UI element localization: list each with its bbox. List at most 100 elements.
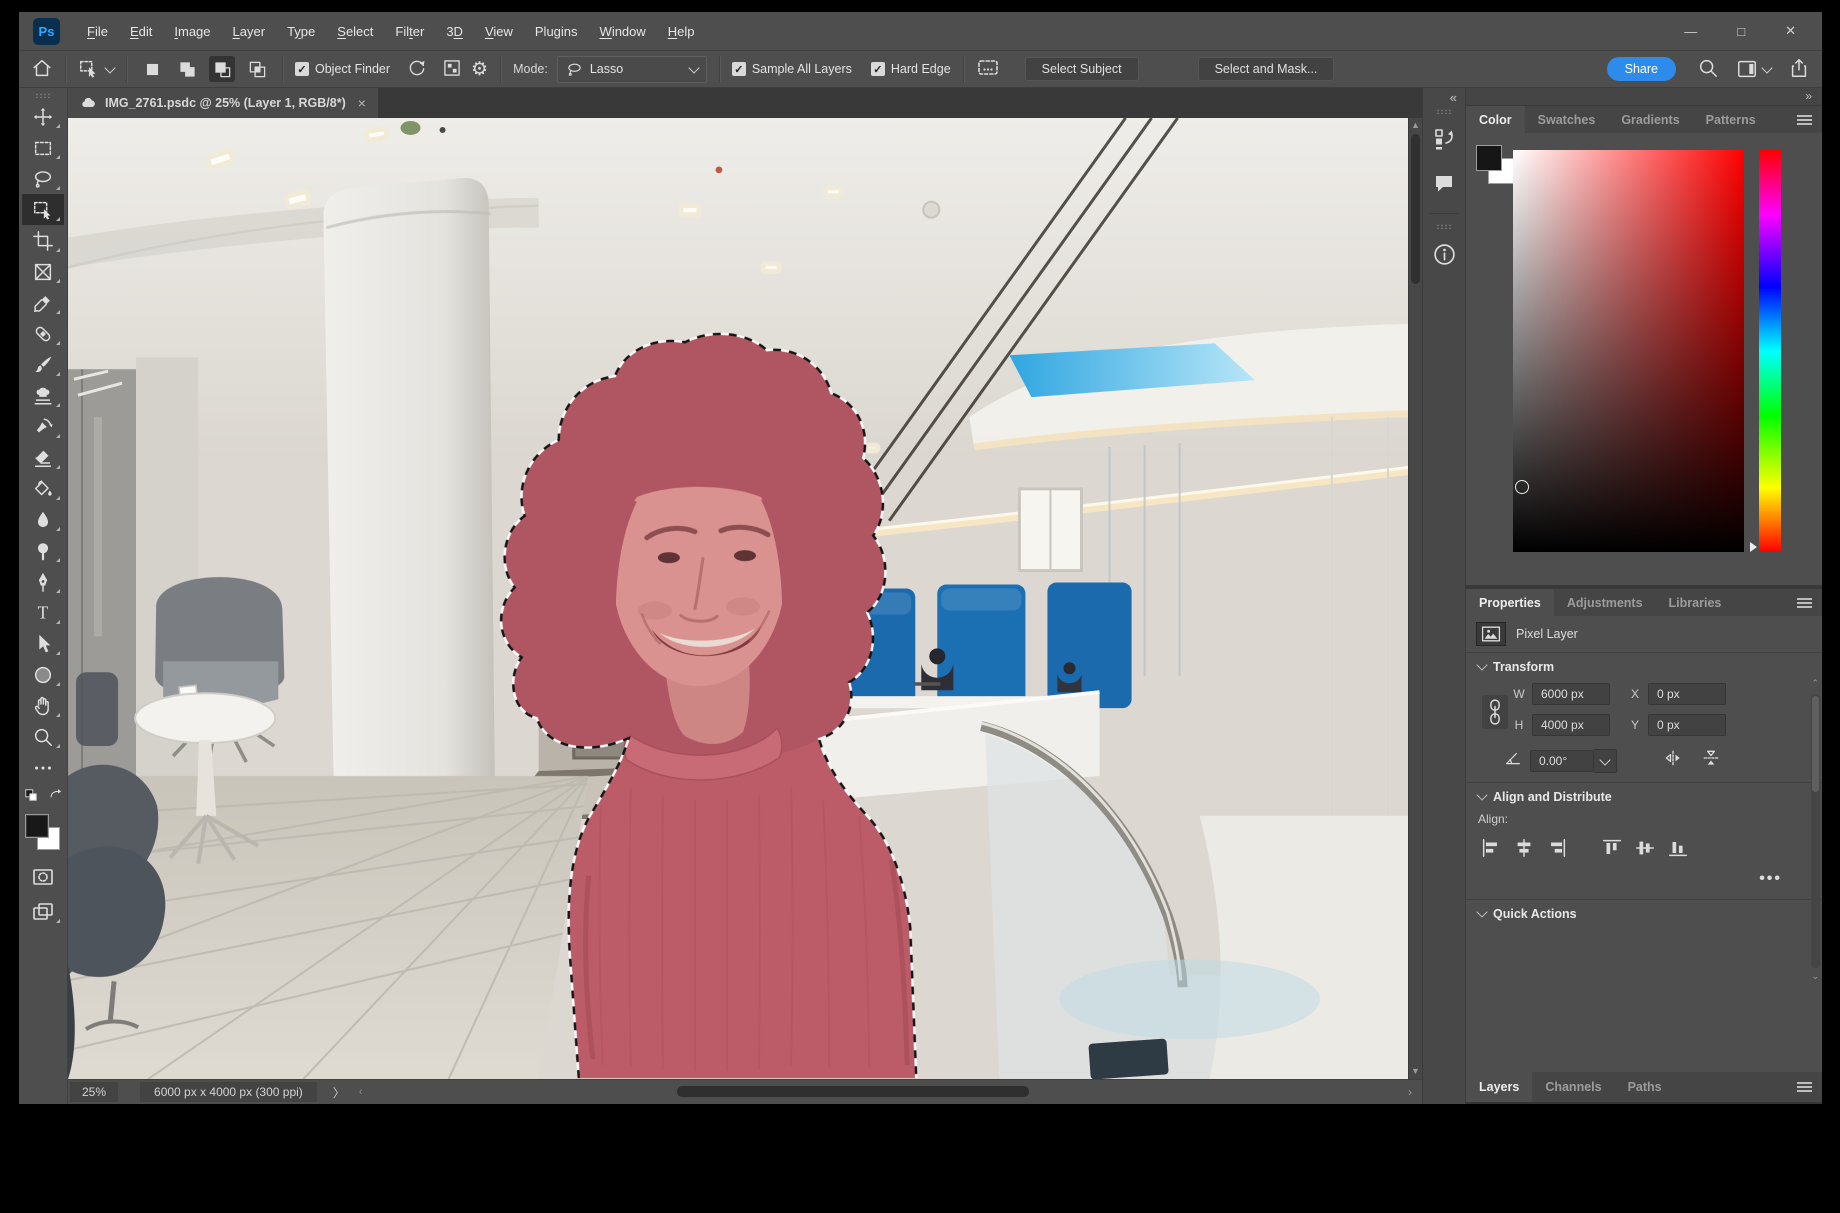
panel-menu-icon[interactable] bbox=[1797, 589, 1822, 616]
align-left-icon[interactable] bbox=[1478, 836, 1504, 860]
flip-horizontal-icon[interactable] bbox=[1663, 748, 1683, 773]
rotation-field[interactable]: 0.00° bbox=[1530, 749, 1617, 773]
tab-properties[interactable]: Properties bbox=[1466, 589, 1554, 616]
width-field[interactable]: 6000 px bbox=[1532, 683, 1610, 705]
horizontal-scrollbar-thumb[interactable] bbox=[677, 1086, 1029, 1097]
menu-select[interactable]: Select bbox=[337, 24, 373, 39]
share-button[interactable]: Share bbox=[1607, 57, 1676, 81]
menu-plugins[interactable]: Plugins bbox=[535, 24, 578, 39]
marquee-tool[interactable] bbox=[22, 132, 64, 163]
scroll-up-icon[interactable]: ▲ bbox=[1411, 121, 1420, 130]
align-center-horizontal-icon[interactable] bbox=[1511, 836, 1537, 860]
hard-edge-toggle[interactable]: ✓ Hard Edge bbox=[871, 62, 951, 76]
scrollbar-thumb[interactable] bbox=[1411, 134, 1420, 284]
tab-channels[interactable]: Channels bbox=[1532, 1072, 1614, 1102]
flip-vertical-icon[interactable] bbox=[1701, 748, 1721, 773]
close-button[interactable]: ✕ bbox=[1785, 23, 1796, 39]
collapse-panels-icon[interactable]: » bbox=[1466, 88, 1822, 106]
minimize-button[interactable]: — bbox=[1684, 24, 1697, 39]
default-colors-icon[interactable] bbox=[24, 788, 38, 807]
hue-slider[interactable] bbox=[1759, 150, 1781, 552]
mode-dropdown[interactable]: Lasso bbox=[557, 56, 707, 83]
screen-mode-button[interactable] bbox=[22, 896, 64, 927]
comments-panel-icon[interactable] bbox=[1427, 166, 1461, 200]
info-panel-icon[interactable] bbox=[1427, 237, 1461, 271]
blur-tool[interactable] bbox=[22, 504, 64, 535]
foreground-color-swatch[interactable] bbox=[25, 814, 49, 838]
subtract-selection-mode[interactable] bbox=[209, 56, 235, 82]
gear-icon[interactable]: ⚙ bbox=[471, 60, 488, 79]
hand-tool[interactable] bbox=[22, 690, 64, 721]
align-center-vertical-icon[interactable] bbox=[1632, 836, 1658, 860]
path-selection-tool[interactable] bbox=[22, 628, 64, 659]
menu-image[interactable]: Image bbox=[174, 24, 210, 39]
align-header[interactable]: Align and Distribute bbox=[1478, 790, 1810, 804]
saturation-brightness-field[interactable] bbox=[1513, 150, 1744, 552]
align-right-icon[interactable] bbox=[1544, 836, 1570, 860]
zoom-tool[interactable] bbox=[22, 721, 64, 752]
select-and-mask-button[interactable]: Select and Mask... bbox=[1198, 57, 1335, 81]
canvas[interactable]: ▲ ▼ bbox=[68, 118, 1422, 1079]
move-tool[interactable] bbox=[22, 101, 64, 132]
menu-type[interactable]: Type bbox=[287, 24, 315, 39]
panel-grip[interactable] bbox=[1436, 109, 1452, 114]
eraser-tool[interactable] bbox=[22, 442, 64, 473]
quick-actions-header[interactable]: Quick Actions bbox=[1478, 907, 1810, 921]
tab-libraries[interactable]: Libraries bbox=[1656, 589, 1735, 616]
zoom-level-field[interactable]: 25% bbox=[70, 1082, 118, 1102]
properties-scrollbar[interactable] bbox=[1811, 694, 1820, 968]
object-finder-toggle[interactable]: ✓ Object Finder bbox=[295, 62, 390, 76]
panel-menu-icon[interactable] bbox=[1797, 106, 1822, 133]
y-field[interactable]: 0 px bbox=[1648, 714, 1726, 736]
link-dimensions-icon[interactable] bbox=[1478, 688, 1512, 736]
tab-gradients[interactable]: Gradients bbox=[1608, 106, 1692, 133]
history-panel-icon[interactable] bbox=[1427, 122, 1461, 156]
scrollbar-thumb[interactable] bbox=[1812, 696, 1819, 792]
foreground-color-swatch[interactable] bbox=[1476, 145, 1502, 171]
status-chevron-icon[interactable]: 〉 bbox=[333, 1084, 345, 1101]
foreground-background-swatches[interactable] bbox=[24, 813, 62, 853]
align-more-button[interactable]: ••• bbox=[1478, 860, 1810, 890]
menu-filter[interactable]: Filter bbox=[395, 24, 424, 39]
object-selection-tool[interactable] bbox=[22, 194, 64, 225]
scroll-down-icon[interactable]: ⌄ bbox=[1811, 971, 1819, 982]
add-selection-mode[interactable] bbox=[174, 56, 200, 82]
align-top-icon[interactable] bbox=[1599, 836, 1625, 860]
scroll-left-icon[interactable]: ‹ bbox=[359, 1086, 363, 1098]
swap-colors-icon[interactable] bbox=[48, 787, 63, 807]
intersect-selection-mode[interactable] bbox=[244, 56, 270, 82]
feedback-icon[interactable] bbox=[976, 56, 1000, 83]
quick-mask-button[interactable] bbox=[22, 861, 64, 892]
canvas-image[interactable] bbox=[68, 118, 1422, 1079]
eyedropper-tool[interactable] bbox=[22, 287, 64, 318]
rotation-dropdown[interactable] bbox=[1594, 749, 1617, 773]
menu-help[interactable]: Help bbox=[668, 24, 695, 39]
scroll-up-icon[interactable]: ⌃ bbox=[1811, 678, 1819, 689]
tab-paths[interactable]: Paths bbox=[1615, 1072, 1675, 1102]
edit-toolbar-ellipsis[interactable] bbox=[22, 752, 64, 783]
healing-brush-tool[interactable] bbox=[22, 318, 64, 349]
dodge-tool[interactable] bbox=[22, 535, 64, 566]
color-field-cursor[interactable] bbox=[1515, 480, 1529, 494]
menu-layer[interactable]: Layer bbox=[233, 24, 266, 39]
shape-tool[interactable] bbox=[22, 659, 64, 690]
crop-tool[interactable] bbox=[22, 225, 64, 256]
type-tool[interactable]: T bbox=[22, 597, 64, 628]
home-icon[interactable] bbox=[31, 57, 53, 82]
close-tab-icon[interactable]: × bbox=[358, 95, 366, 111]
pen-tool[interactable] bbox=[22, 566, 64, 597]
hue-slider-arrow[interactable] bbox=[1750, 542, 1757, 552]
workspace-icon[interactable] bbox=[1736, 58, 1771, 80]
menu-view[interactable]: View bbox=[485, 24, 513, 39]
export-icon[interactable] bbox=[1788, 57, 1810, 82]
select-subject-button[interactable]: Select Subject bbox=[1025, 57, 1139, 81]
tab-swatches[interactable]: Swatches bbox=[1525, 106, 1609, 133]
frame-tool[interactable] bbox=[22, 256, 64, 287]
new-selection-mode[interactable] bbox=[139, 56, 165, 82]
menu-file[interactable]: File bbox=[87, 24, 108, 39]
document-tab[interactable]: IMG_2761.psdc @ 25% (Layer 1, RGB/8*) × bbox=[68, 88, 378, 118]
panel-menu-icon[interactable] bbox=[1797, 1072, 1822, 1102]
lasso-tool[interactable] bbox=[22, 163, 64, 194]
refresh-icon[interactable] bbox=[407, 58, 427, 81]
show-all-objects-icon[interactable] bbox=[442, 58, 462, 81]
